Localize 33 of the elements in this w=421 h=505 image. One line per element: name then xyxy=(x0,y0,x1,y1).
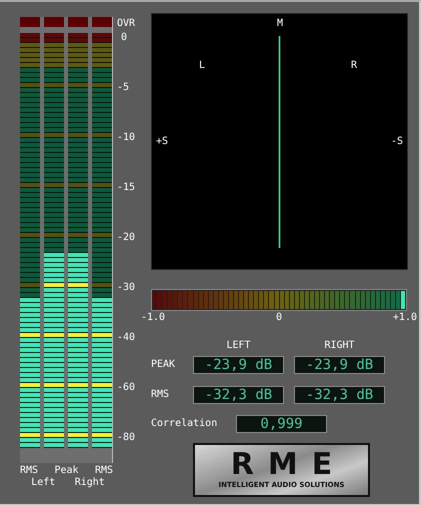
scale-label: -10 xyxy=(117,132,136,144)
scale-label: -20 xyxy=(117,232,136,244)
level-readout: -32,3 dB xyxy=(193,386,284,404)
scale-label: -80 xyxy=(117,432,136,444)
goniometer-label: L xyxy=(199,60,206,72)
correlation-scale-label: -1.0 xyxy=(141,312,166,324)
channel-caption: RMS xyxy=(20,465,40,477)
channel-caption: RMS xyxy=(94,465,113,477)
channel-caption: Left xyxy=(30,477,56,489)
correlation-scale-label: +1.0 xyxy=(392,312,417,324)
channel-caption: Right xyxy=(74,477,106,489)
scale-label: -40 xyxy=(117,332,136,344)
goniometer-label: M xyxy=(277,18,284,30)
channel-caption: Peak xyxy=(53,465,80,477)
scale-label: -30 xyxy=(117,282,136,294)
goniometer-label: R xyxy=(351,60,358,72)
level-readout: -23,9 dB xyxy=(193,356,284,374)
scale-label: -60 xyxy=(117,382,136,394)
correlation-readout: 0,999 xyxy=(236,415,327,433)
scale-label: -15 xyxy=(117,182,136,194)
correlation-scale-label: 0 xyxy=(276,312,282,324)
level-readout: -32,3 dB xyxy=(294,386,385,404)
level-readout: -23,9 dB xyxy=(294,356,385,374)
goniometer-label: -S xyxy=(391,136,404,148)
goniometer-label: +S xyxy=(156,136,168,148)
scale-label: -5 xyxy=(117,82,130,94)
column-header: RIGHT xyxy=(323,340,356,352)
correlation-label: Correlation xyxy=(151,418,218,430)
scale-label: 0 xyxy=(121,32,128,44)
row-label: RMS xyxy=(151,389,170,401)
column-header: LEFT xyxy=(225,340,252,352)
row-label: PEAK xyxy=(151,359,176,371)
scale-label: OVR xyxy=(117,18,136,30)
